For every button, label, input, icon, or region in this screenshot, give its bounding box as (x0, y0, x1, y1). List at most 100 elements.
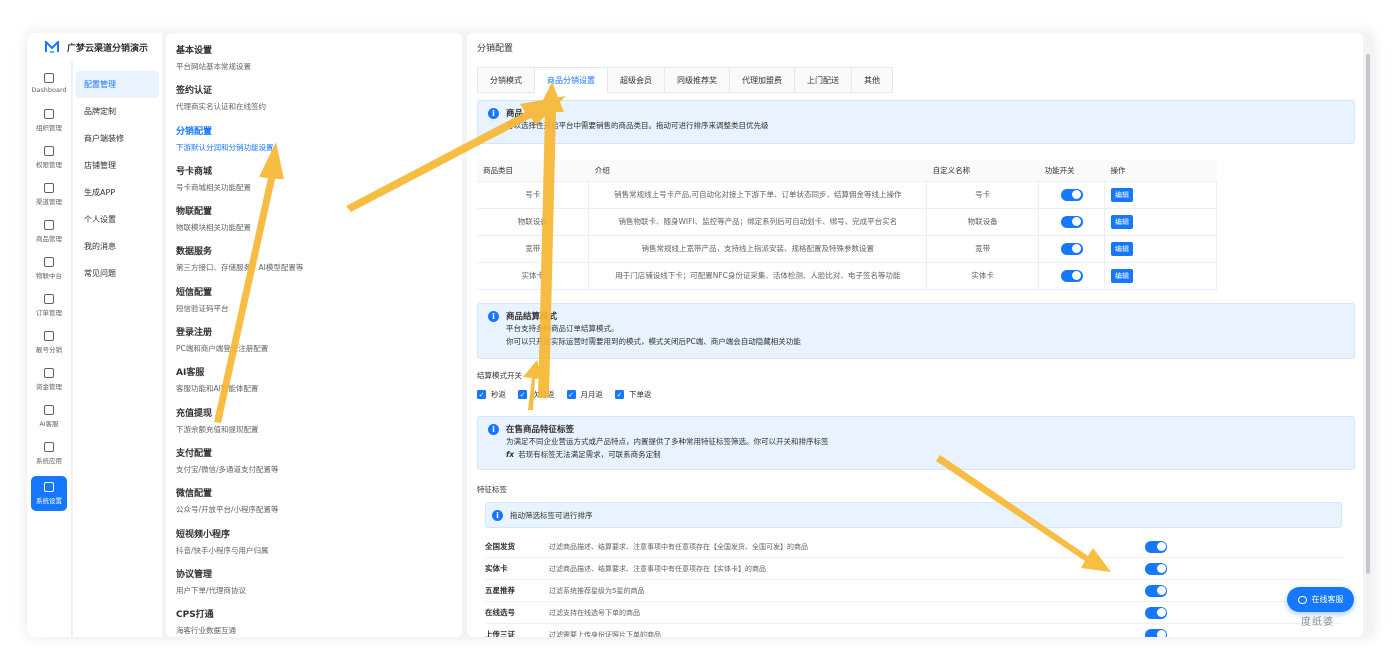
settings-item-13[interactable]: 协议管理 用户下单/代理商协议 (176, 569, 452, 609)
edit-button[interactable]: 编辑 (1111, 268, 1134, 283)
online-service-button[interactable]: 在线客服 (1287, 587, 1354, 612)
table-header: 自定义名称 (926, 160, 1039, 182)
tab-6[interactable]: 其他 (851, 67, 893, 93)
settings-item-desc: 第三方接口、存储服务、AI模型配置等 (176, 263, 304, 273)
cell-switch (1038, 235, 1106, 263)
drag-tip: i 拖动筛选标签可进行排序 (485, 502, 1342, 528)
tag-name: 五星推荐 (485, 586, 515, 595)
feature-switch[interactable] (1060, 215, 1083, 228)
settings-item-0[interactable]: 基本设置 平台网站基本常规设置 (176, 45, 452, 85)
settings-item-6[interactable]: 短信配置 短信验证码平台 (176, 287, 452, 327)
tag-switch[interactable] (1145, 606, 1167, 619)
settings-item-11[interactable]: 微信配置 公众号/开放平台/小程序配置等 (176, 488, 452, 528)
settings-item-8[interactable]: AI客服 客服功能和AI智能体配置 (176, 367, 452, 407)
settle-option-1[interactable]: ✓ 次月返 (518, 389, 555, 400)
settings-item-2[interactable]: 分销配置 下游默认分润和分销功能设置 (176, 126, 452, 166)
rail-item-3[interactable]: 渠道管理 (27, 176, 71, 213)
submenu-item-1[interactable]: 品牌定制 (76, 98, 159, 125)
settings-item-4[interactable]: 物联配置 物联模块相关功能配置 (176, 206, 452, 246)
tag-switch[interactable] (1145, 628, 1167, 637)
settings-item-12[interactable]: 短视频小程序 抖音/快手小程序与用户归属 (176, 529, 452, 569)
settings-item-3[interactable]: 号卡商城 号卡商城相关功能配置 (176, 166, 452, 206)
tab-3[interactable]: 同级推荐奖 (664, 67, 729, 93)
tab-1[interactable]: 商品分销设置 (534, 67, 607, 93)
tag-name: 在线选号 (485, 608, 515, 617)
tag-row[interactable]: 在线选号 过滤支持在线选号下单的商品 (485, 602, 1342, 624)
checkbox-checked-icon[interactable]: ✓ (566, 390, 576, 399)
cell-op: 编辑 (1104, 208, 1217, 236)
tag-switch[interactable] (1145, 562, 1167, 575)
settle-option-3[interactable]: ✓ 下单返 (615, 389, 652, 400)
scrollbar[interactable] (1366, 54, 1370, 574)
table-row: 号卡 销售常规线上号卡产品,可自动化对接上下游下单、订单状态同步、结算佣金等线上操… (477, 181, 1217, 209)
edit-button[interactable]: 编辑 (1111, 187, 1134, 202)
settings-item-10[interactable]: 支付配置 支付宝/微信/多通道支付配置等 (176, 448, 452, 488)
info-products: i 商品 可以选择性开启平台中需要销售的商品类目。拖动可进行排序来调整类目优先级 (477, 100, 1355, 144)
tab-4[interactable]: 代理加盟费 (729, 67, 794, 93)
cell-op: 编辑 (1104, 181, 1217, 209)
feature-switch[interactable] (1060, 269, 1083, 282)
settle-option-0[interactable]: ✓ 秒返 (477, 389, 506, 400)
rail-item-11[interactable]: 系统设置 (31, 476, 67, 511)
submenu-item-2[interactable]: 商户端装修 (76, 125, 159, 152)
tag-row[interactable]: 全国发货 过滤商品描述、结算要求、注意事项中有任意项存在【全国发货、全国可发】的商… (485, 536, 1342, 558)
submenu-item-7[interactable]: 常见问题 (76, 260, 159, 287)
rail-item-9[interactable]: AI客服 (27, 398, 71, 435)
settings-item-14[interactable]: CPS打通海客行业数据互通 (176, 609, 452, 637)
info-icon: i (492, 509, 503, 521)
settings-item-5[interactable]: 数据服务 第三方接口、存储服务、AI模型配置等 (176, 246, 452, 286)
tab-5[interactable]: 上门配送 (794, 67, 851, 93)
settings-item-7[interactable]: 登录注册 PC端和商户端登录注册配置 (176, 327, 452, 367)
main-panel: 分销配置 分销模式 商品分销设置 超级会员 同级推荐奖 代理加盟费 上门配送 其他 i 商品 … (467, 33, 1363, 637)
rail-item-label: 渠道管理 (36, 198, 62, 206)
rail-item-5[interactable]: 物联中台 (27, 250, 71, 287)
tag-row[interactable]: 上传三证 过滤需要上传身份证照片下单的商品 (485, 624, 1342, 637)
rail-item-10[interactable]: 系统应用 (27, 435, 71, 472)
info-tags-line2-text: 若现有标签无法满足需求，可联系商务定制 (518, 450, 661, 459)
submenu-item-5[interactable]: 个人设置 (76, 206, 159, 233)
settle-option-2[interactable]: ✓ 月月返 (566, 389, 603, 400)
submenu-item-3[interactable]: 店铺管理 (76, 152, 159, 179)
info-tags-line1: 为满足不同企业营运方式或产品特点，内置提供了多种常用特征标签筛选。你可以开关和排… (506, 437, 829, 446)
submenu-item-6[interactable]: 我的消息 (76, 233, 159, 260)
tag-row[interactable]: 实体卡 过滤商品描述、结算要求、注意事项中有任意项存在【实体卡】的商品 (485, 558, 1342, 580)
feature-switch[interactable] (1060, 242, 1083, 255)
rail-item-2[interactable]: 权限管理 (27, 139, 71, 176)
cell-name: 号卡 (926, 181, 1040, 209)
edit-button[interactable]: 编辑 (1111, 241, 1134, 256)
cell-name: 实体卡 (926, 262, 1040, 290)
tag-switch[interactable] (1145, 584, 1167, 597)
settings-item-title: 分销配置 (176, 126, 213, 137)
tag-row[interactable]: 五星推荐 过滤系统推荐星级为5星的商品 (485, 580, 1342, 602)
brand[interactable]: 广梦云渠道分销演示 (27, 33, 162, 61)
tag-switch[interactable] (1145, 540, 1167, 553)
tab-0[interactable]: 分销模式 (477, 67, 534, 93)
settings-item-9[interactable]: 充值提现 下游余额充值和提现配置 (176, 408, 452, 448)
rail-item-0[interactable]: Dashboard (27, 65, 71, 102)
info-products-title: 商品 (506, 109, 524, 119)
submenu-item-4[interactable]: 生成APP (76, 179, 159, 206)
rail-item-label: 系统设置 (36, 497, 62, 505)
settings-item-title: CPS打通 (176, 610, 214, 621)
table-header: 功能开关 (1038, 160, 1105, 182)
rail-item-6[interactable]: 订单管理 (27, 287, 71, 324)
rail-item-7[interactable]: 靓号分销 (27, 324, 71, 361)
checkbox-checked-icon[interactable]: ✓ (615, 390, 624, 399)
rail-item-4[interactable]: 商品管理 (27, 213, 71, 250)
list-icon (44, 294, 54, 304)
rail-item-8[interactable]: 资金管理 (27, 361, 71, 398)
checkbox-checked-icon[interactable]: ✓ (477, 390, 486, 399)
tab-2[interactable]: 超级会员 (607, 67, 664, 93)
info-settlement-title: 商品结算模式 (506, 312, 558, 322)
edit-button[interactable]: 编辑 (1111, 214, 1134, 229)
submenu: 配置管理 品牌定制 商户端装修 店铺管理 生成APP 个人设置 我的消息 常见问题 (73, 61, 162, 637)
checkbox-checked-icon[interactable]: ✓ (518, 390, 527, 399)
submenu-item-0[interactable]: 配置管理 (76, 71, 159, 98)
settings-item-desc: 海客行业数据互通 (176, 626, 236, 636)
rail-item-1[interactable]: 组织管理 (27, 102, 71, 139)
brand-name: 广梦云渠道分销演示 (67, 43, 149, 54)
settings-item-1[interactable]: 签约认证 代理商实名认证和在线签约 (176, 85, 452, 125)
cell-op: 编辑 (1104, 262, 1217, 290)
cell-category: 号卡 (477, 181, 590, 209)
feature-switch[interactable] (1060, 188, 1083, 201)
